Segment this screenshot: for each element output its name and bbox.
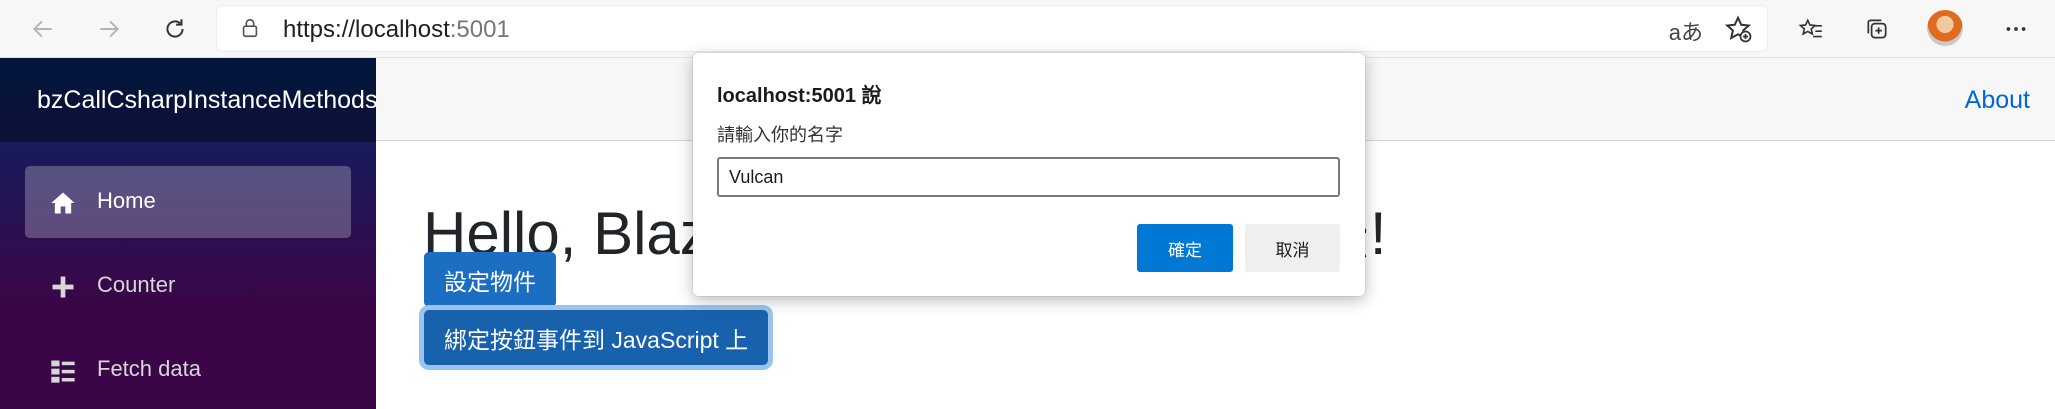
dialog-title: localhost:5001 說 — [717, 85, 882, 107]
browser-toolbar: https://localhost:5001 aあ — [0, 0, 2055, 58]
brand-bar: bzCallCsharpInstanceMethods — [0, 58, 376, 142]
collections-icon[interactable] — [1856, 8, 1898, 50]
dialog-message: 請輸入你的名字 — [717, 125, 843, 145]
sidebar-item-counter[interactable]: Counter — [25, 250, 351, 322]
about-link[interactable]: About — [1965, 86, 2030, 115]
cancel-button[interactable]: 取消 — [1245, 224, 1340, 272]
favorite-add-icon[interactable] — [1723, 14, 1753, 44]
profile-avatar[interactable] — [1927, 10, 1963, 46]
sidebar-item-fetch-data[interactable]: Fetch data — [25, 334, 351, 406]
home-icon — [51, 192, 75, 214]
prompt-dialog: localhost:5001 說 請輸入你的名字 確定 取消 — [693, 53, 1365, 296]
back-icon[interactable] — [22, 8, 64, 50]
bind-js-event-button[interactable]: 綁定按鈕事件到 JavaScript 上 — [424, 310, 769, 365]
read-aloud-icon[interactable]: aあ — [1669, 15, 1703, 47]
url-port: :5001 — [449, 16, 510, 43]
set-object-button[interactable]: 設定物件 — [424, 252, 556, 307]
sidebar-item-label: Fetch data — [97, 356, 201, 381]
list-icon — [51, 360, 75, 383]
refresh-icon[interactable] — [154, 8, 196, 50]
brand-title[interactable]: bzCallCsharpInstanceMethods — [37, 86, 376, 115]
sidebar: bzCallCsharpInstanceMethods Home Counter… — [0, 58, 376, 409]
lock-icon[interactable] — [239, 17, 261, 39]
sidebar-item-label: Home — [97, 188, 156, 213]
ok-button[interactable]: 確定 — [1137, 224, 1233, 272]
more-icon[interactable] — [1995, 8, 2037, 50]
sidebar-item-home[interactable]: Home — [25, 166, 351, 238]
favorites-icon[interactable] — [1790, 8, 1832, 50]
url-text[interactable]: https://localhost:5001 — [283, 16, 510, 44]
forward-icon[interactable] — [88, 8, 130, 50]
sidebar-item-label: Counter — [97, 272, 176, 297]
address-bar[interactable]: https://localhost:5001 aあ — [217, 6, 1767, 51]
plus-icon — [52, 276, 74, 298]
name-input[interactable] — [717, 157, 1340, 197]
url-host: https://localhost — [283, 16, 450, 43]
